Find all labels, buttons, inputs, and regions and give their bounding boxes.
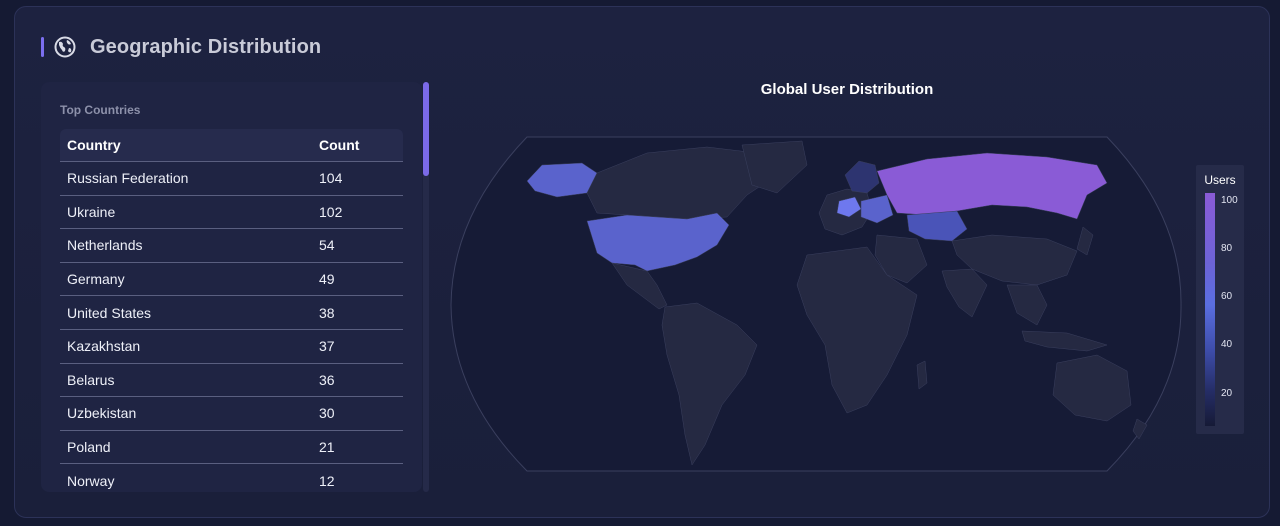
count-cell: 21	[319, 439, 335, 456]
table-row: United States 38	[60, 296, 403, 330]
table-header: Country Count	[60, 129, 403, 162]
legend-tick: 60	[1221, 291, 1233, 302]
count-cell: 37	[319, 338, 335, 355]
count-cell: 38	[319, 304, 335, 321]
table-row: Russian Federation 104	[60, 162, 403, 196]
top-countries-panel[interactable]: Top Countries Country Count Russian Fede…	[41, 82, 422, 492]
countries-table: Country Count Russian Federation 104 Ukr…	[60, 129, 403, 492]
table-row: Germany 49	[60, 263, 403, 297]
count-cell: 104	[319, 170, 343, 187]
table-row: Belarus 36	[60, 364, 403, 398]
section-title: Geographic Distribution	[90, 35, 322, 58]
country-cell: United States	[67, 304, 152, 321]
legend-tick: 80	[1221, 243, 1233, 254]
country-cell: Netherlands	[67, 237, 143, 254]
legend-tick: 20	[1221, 388, 1233, 399]
panel-label: Top Countries	[60, 103, 141, 117]
legend-color-bar	[1205, 193, 1215, 426]
country-cell: Belarus	[67, 371, 115, 388]
count-cell: 49	[319, 271, 335, 288]
globe-icon	[54, 36, 76, 58]
country-cell: Uzbekistan	[67, 405, 137, 422]
column-header-count: Count	[319, 137, 360, 153]
header-accent-bar	[41, 37, 44, 57]
table-row: Netherlands 54	[60, 229, 403, 263]
world-map[interactable]	[447, 135, 1187, 475]
scrollbar-thumb[interactable]	[423, 82, 429, 176]
legend-title: Users	[1204, 173, 1236, 187]
table-row: Norway 12	[60, 464, 403, 492]
legend-tick: 40	[1221, 339, 1233, 350]
table-row: Uzbekistan 30	[60, 397, 403, 431]
count-cell: 12	[319, 472, 335, 489]
count-cell: 36	[319, 371, 335, 388]
country-cell: Germany	[67, 271, 125, 288]
color-legend: Users 100 80 60 40 20	[1196, 165, 1244, 434]
country-cell: Kazakhstan	[67, 338, 141, 355]
country-cell: Ukraine	[67, 203, 116, 220]
legend-tick: 100	[1221, 195, 1238, 206]
count-cell: 54	[319, 237, 335, 254]
count-cell: 30	[319, 405, 335, 422]
geographic-distribution-card: Geographic Distribution Top Countries Co…	[14, 6, 1270, 518]
count-cell: 102	[319, 203, 343, 220]
column-header-country: Country	[67, 137, 121, 153]
map-title: Global User Distribution	[760, 81, 934, 98]
table-row: Ukraine 102	[60, 196, 403, 230]
table-row: Poland 21	[60, 431, 403, 465]
country-cell: Norway	[67, 472, 115, 489]
table-scrollbar[interactable]	[423, 82, 429, 492]
section-header: Geographic Distribution	[41, 33, 321, 61]
country-cell: Poland	[67, 439, 111, 456]
country-cell: Russian Federation	[67, 170, 189, 187]
table-row: Kazakhstan 37	[60, 330, 403, 364]
